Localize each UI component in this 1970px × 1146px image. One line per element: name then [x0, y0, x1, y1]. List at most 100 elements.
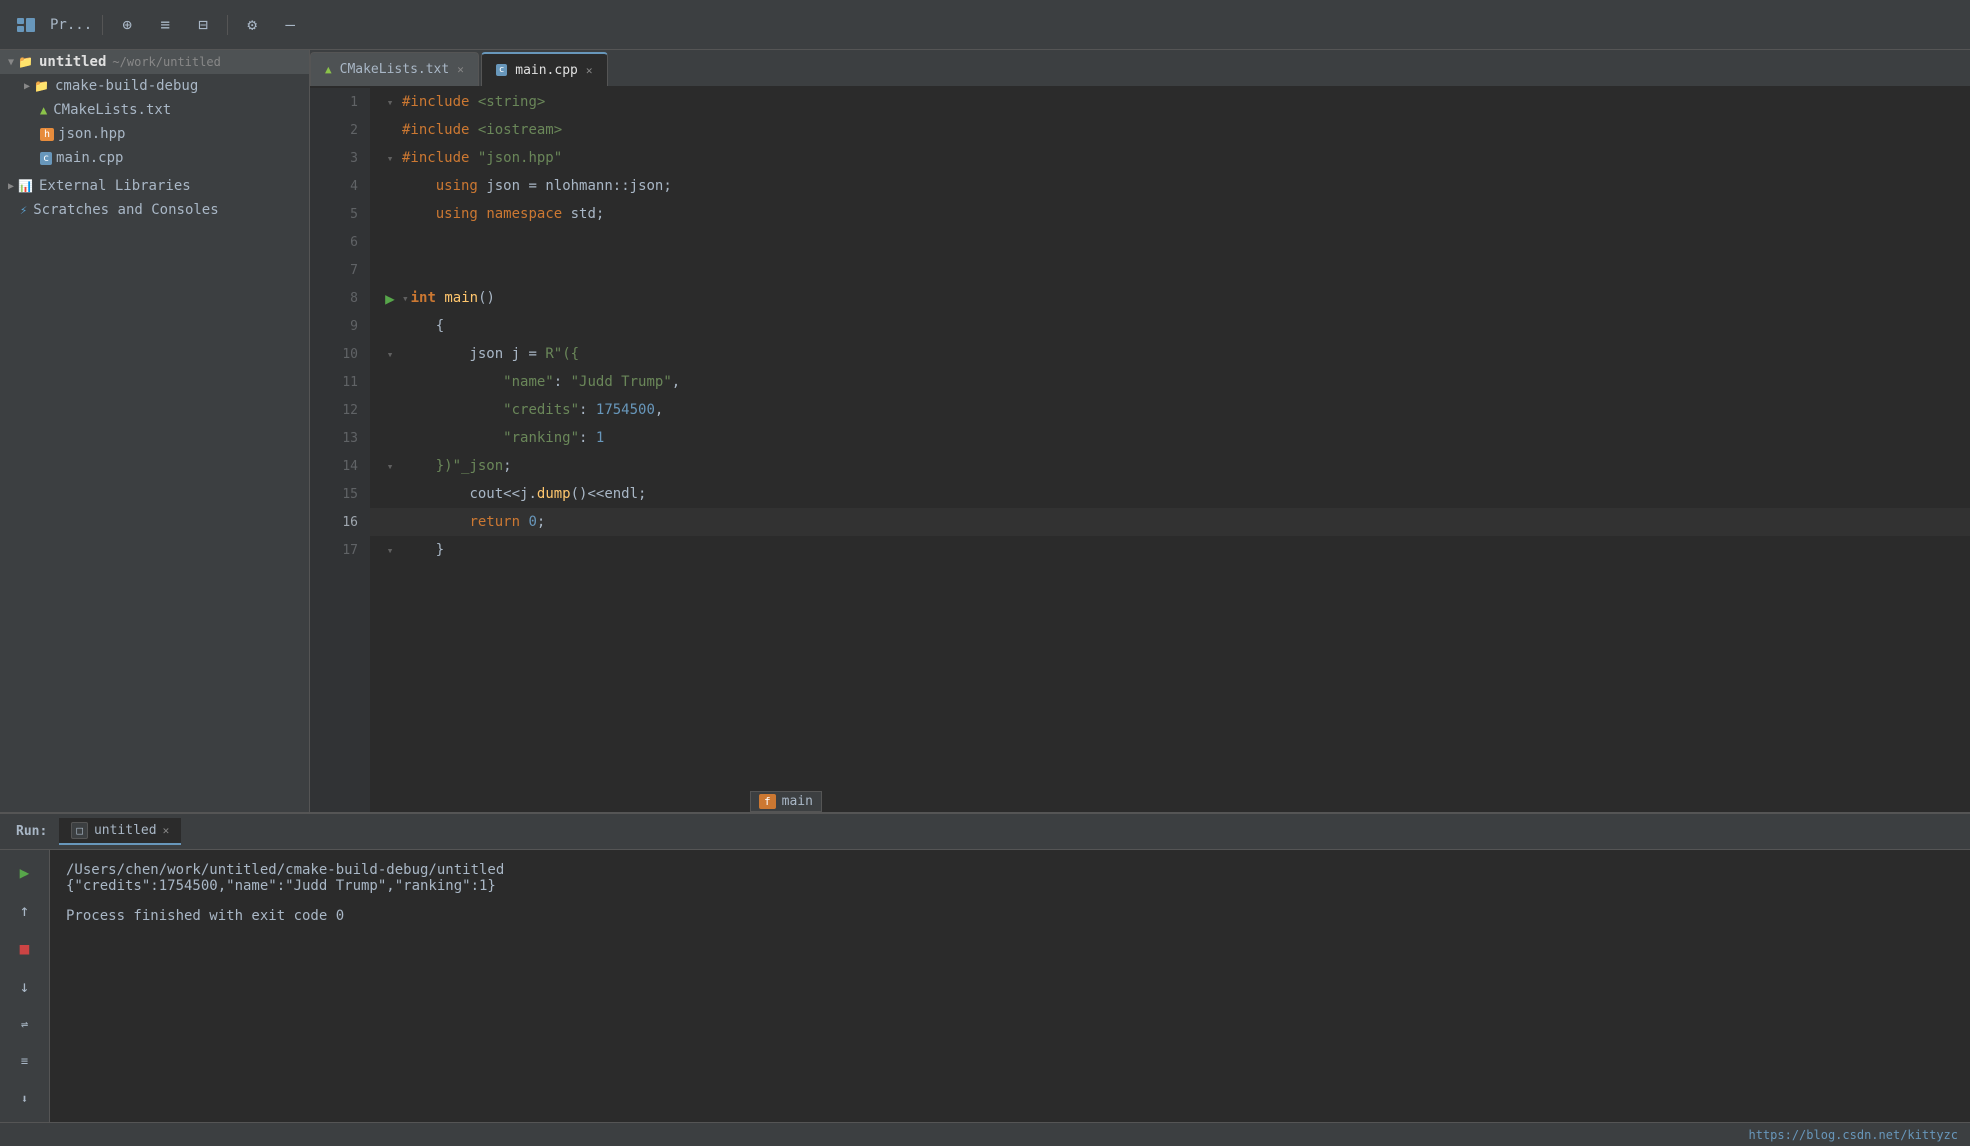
code-line-5: using namespace std;	[370, 200, 1970, 228]
run-button[interactable]: ▶	[378, 289, 402, 308]
fold-btn-17[interactable]: ▾	[378, 544, 402, 557]
stop-button[interactable]: ■	[8, 933, 42, 963]
toolbar-left: Pr... ⊕ ≡ ⊟ ⚙ —	[12, 11, 304, 39]
project-window-icon[interactable]	[12, 11, 40, 39]
code-line-6	[370, 228, 1970, 256]
cmake-file-icon: ▲	[40, 103, 47, 117]
sidebar-item-scratches-label: Scratches and Consoles	[33, 202, 218, 218]
status-url[interactable]: https://blog.csdn.net/kittyzc	[1748, 1128, 1958, 1142]
editor-container: ▲ CMakeLists.txt ✕ c main.cpp ✕ 1 2 3 4 …	[310, 50, 1970, 812]
line-num-5: 5	[310, 200, 370, 228]
sidebar-item-untitled[interactable]: ▼ 📁 untitled ~/work/untitled	[0, 50, 309, 74]
tooltip-label: main	[782, 794, 813, 809]
project-dropdown[interactable]: Pr...	[50, 17, 92, 33]
sidebar-item-cmakelists-label: CMakeLists.txt	[53, 102, 171, 118]
settings-icon[interactable]: ⚙	[238, 11, 266, 39]
sidebar-item-main-cpp-label: main.cpp	[56, 150, 123, 166]
fold-btn-10[interactable]: ▾	[378, 348, 402, 361]
chevron-right-icon: ▶	[24, 81, 30, 92]
external-libs-icon: 📊	[18, 179, 33, 193]
line-num-1: 1	[310, 88, 370, 116]
fold-btn-8[interactable]: ▾	[402, 292, 409, 305]
code-line-8: ▶ ▾ int main()	[370, 284, 1970, 312]
code-line-3: ▾ #include "json.hpp"	[370, 144, 1970, 172]
output-blank	[66, 894, 1954, 908]
sidebar-item-main-cpp[interactable]: c main.cpp	[0, 146, 309, 170]
toolbar-separator	[102, 15, 103, 35]
tab-cmakelists[interactable]: ▲ CMakeLists.txt ✕	[310, 52, 479, 86]
bottom-tab-label: untitled	[94, 823, 157, 838]
line-num-15: 15	[310, 480, 370, 508]
line-num-9: 9	[310, 312, 370, 340]
fold-btn-14[interactable]: ▾	[378, 460, 402, 473]
sidebar-item-json-hpp[interactable]: h json.hpp	[0, 122, 309, 146]
run-tab-icon: □	[71, 822, 88, 839]
json-file-icon: h	[40, 128, 54, 141]
sidebar-item-cmake-build-debug-label: cmake-build-debug	[55, 78, 198, 94]
run-label: Run:	[8, 824, 55, 839]
output-line-json: {"credits":1754500,"name":"Judd Trump","…	[66, 878, 1954, 894]
code-line-10: ▾ json j = R"({	[370, 340, 1970, 368]
toolbar: Pr... ⊕ ≡ ⊟ ⚙ —	[0, 0, 1970, 50]
sidebar-item-external-libs[interactable]: ▶ 📊 External Libraries	[0, 174, 309, 198]
tab-main-cpp[interactable]: c main.cpp ✕	[481, 52, 608, 86]
sidebar-item-untitled-label: untitled	[39, 54, 106, 70]
list-button[interactable]: ≡	[8, 1047, 42, 1077]
sidebar-item-cmake-build-debug[interactable]: ▶ 📁 cmake-build-debug	[0, 74, 309, 98]
tooltip-badge: f	[759, 794, 776, 809]
wrap-button[interactable]: ⇌	[8, 1009, 42, 1039]
output-line-process: Process finished with exit code 0	[66, 908, 1954, 924]
line-num-17: 17	[310, 536, 370, 564]
chevron-down-icon: ▼	[8, 57, 14, 68]
line-num-7: 7	[310, 256, 370, 284]
code-tooltip: f main	[750, 791, 822, 812]
fold-btn-1[interactable]: ▾	[378, 96, 402, 109]
tab-main-cpp-close[interactable]: ✕	[586, 64, 593, 77]
code-line-16: return 0;	[370, 508, 1970, 536]
code-line-7	[370, 256, 1970, 284]
code-line-12: "credits": 1754500,	[370, 396, 1970, 424]
sidebar-item-cmakelists[interactable]: ▲ CMakeLists.txt	[0, 98, 309, 122]
sidebar-item-scratches[interactable]: ⚡ Scratches and Consoles	[0, 198, 309, 222]
line-num-14: 14	[310, 452, 370, 480]
cpp-file-icon: c	[40, 152, 52, 165]
output-area[interactable]: /Users/chen/work/untitled/cmake-build-de…	[50, 850, 1970, 1122]
bottom-content: ▶ ↑ ■ ↓ ⇌ ≡ ⬇ /Users/chen/work/untitled/…	[0, 850, 1970, 1122]
navigate-icon[interactable]: ⊕	[113, 11, 141, 39]
code-line-13: "ranking": 1	[370, 424, 1970, 452]
line-num-6: 6	[310, 228, 370, 256]
sidebar-item-untitled-path: ~/work/untitled	[112, 55, 220, 69]
code-line-2: #include <iostream>	[370, 116, 1970, 144]
code-area[interactable]: ▾ #include <string> #include <iostream> …	[370, 88, 1970, 812]
tab-main-cpp-label: main.cpp	[515, 63, 578, 78]
line-num-16: 16	[310, 508, 370, 536]
up-button[interactable]: ↑	[8, 896, 42, 926]
import-button[interactable]: ⬇	[8, 1084, 42, 1114]
main-area: ▼ 📁 untitled ~/work/untitled ▶ 📁 cmake-b…	[0, 50, 1970, 812]
play-button[interactable]: ▶	[8, 858, 42, 888]
align-center-icon[interactable]: ≡	[151, 11, 179, 39]
tab-cmakelists-close[interactable]: ✕	[457, 63, 464, 76]
line-num-8: 8	[310, 284, 370, 312]
line-num-13: 13	[310, 424, 370, 452]
scratches-icon: ⚡	[20, 203, 27, 217]
line-num-11: 11	[310, 368, 370, 396]
line-num-4: 4	[310, 172, 370, 200]
code-line-1: ▾ #include <string>	[370, 88, 1970, 116]
cmake-tab-icon: ▲	[325, 63, 332, 76]
bottom-tab-untitled[interactable]: □ untitled ✕	[59, 818, 181, 845]
editor-body: 1 2 3 4 5 6 7 8 9 10 11 12 13 14 15 16 1…	[310, 88, 1970, 812]
bottom-tab-close[interactable]: ✕	[163, 824, 170, 837]
align-justify-icon[interactable]: ⊟	[189, 11, 217, 39]
line-numbers: 1 2 3 4 5 6 7 8 9 10 11 12 13 14 15 16 1…	[310, 88, 370, 812]
line-num-3: 3	[310, 144, 370, 172]
bottom-panel: Run: □ untitled ✕ ▶ ↑ ■ ↓ ⇌ ≡ ⬇ /Users/c…	[0, 812, 1970, 1122]
code-line-17: ▾ }	[370, 536, 1970, 564]
minimize-icon[interactable]: —	[276, 11, 304, 39]
down-button[interactable]: ↓	[8, 971, 42, 1001]
chevron-right-icon: ▶	[8, 181, 14, 192]
sidebar-item-external-libs-label: External Libraries	[39, 178, 191, 194]
folder-icon: 📁	[18, 55, 33, 69]
line-num-2: 2	[310, 116, 370, 144]
fold-btn-3[interactable]: ▾	[378, 152, 402, 165]
